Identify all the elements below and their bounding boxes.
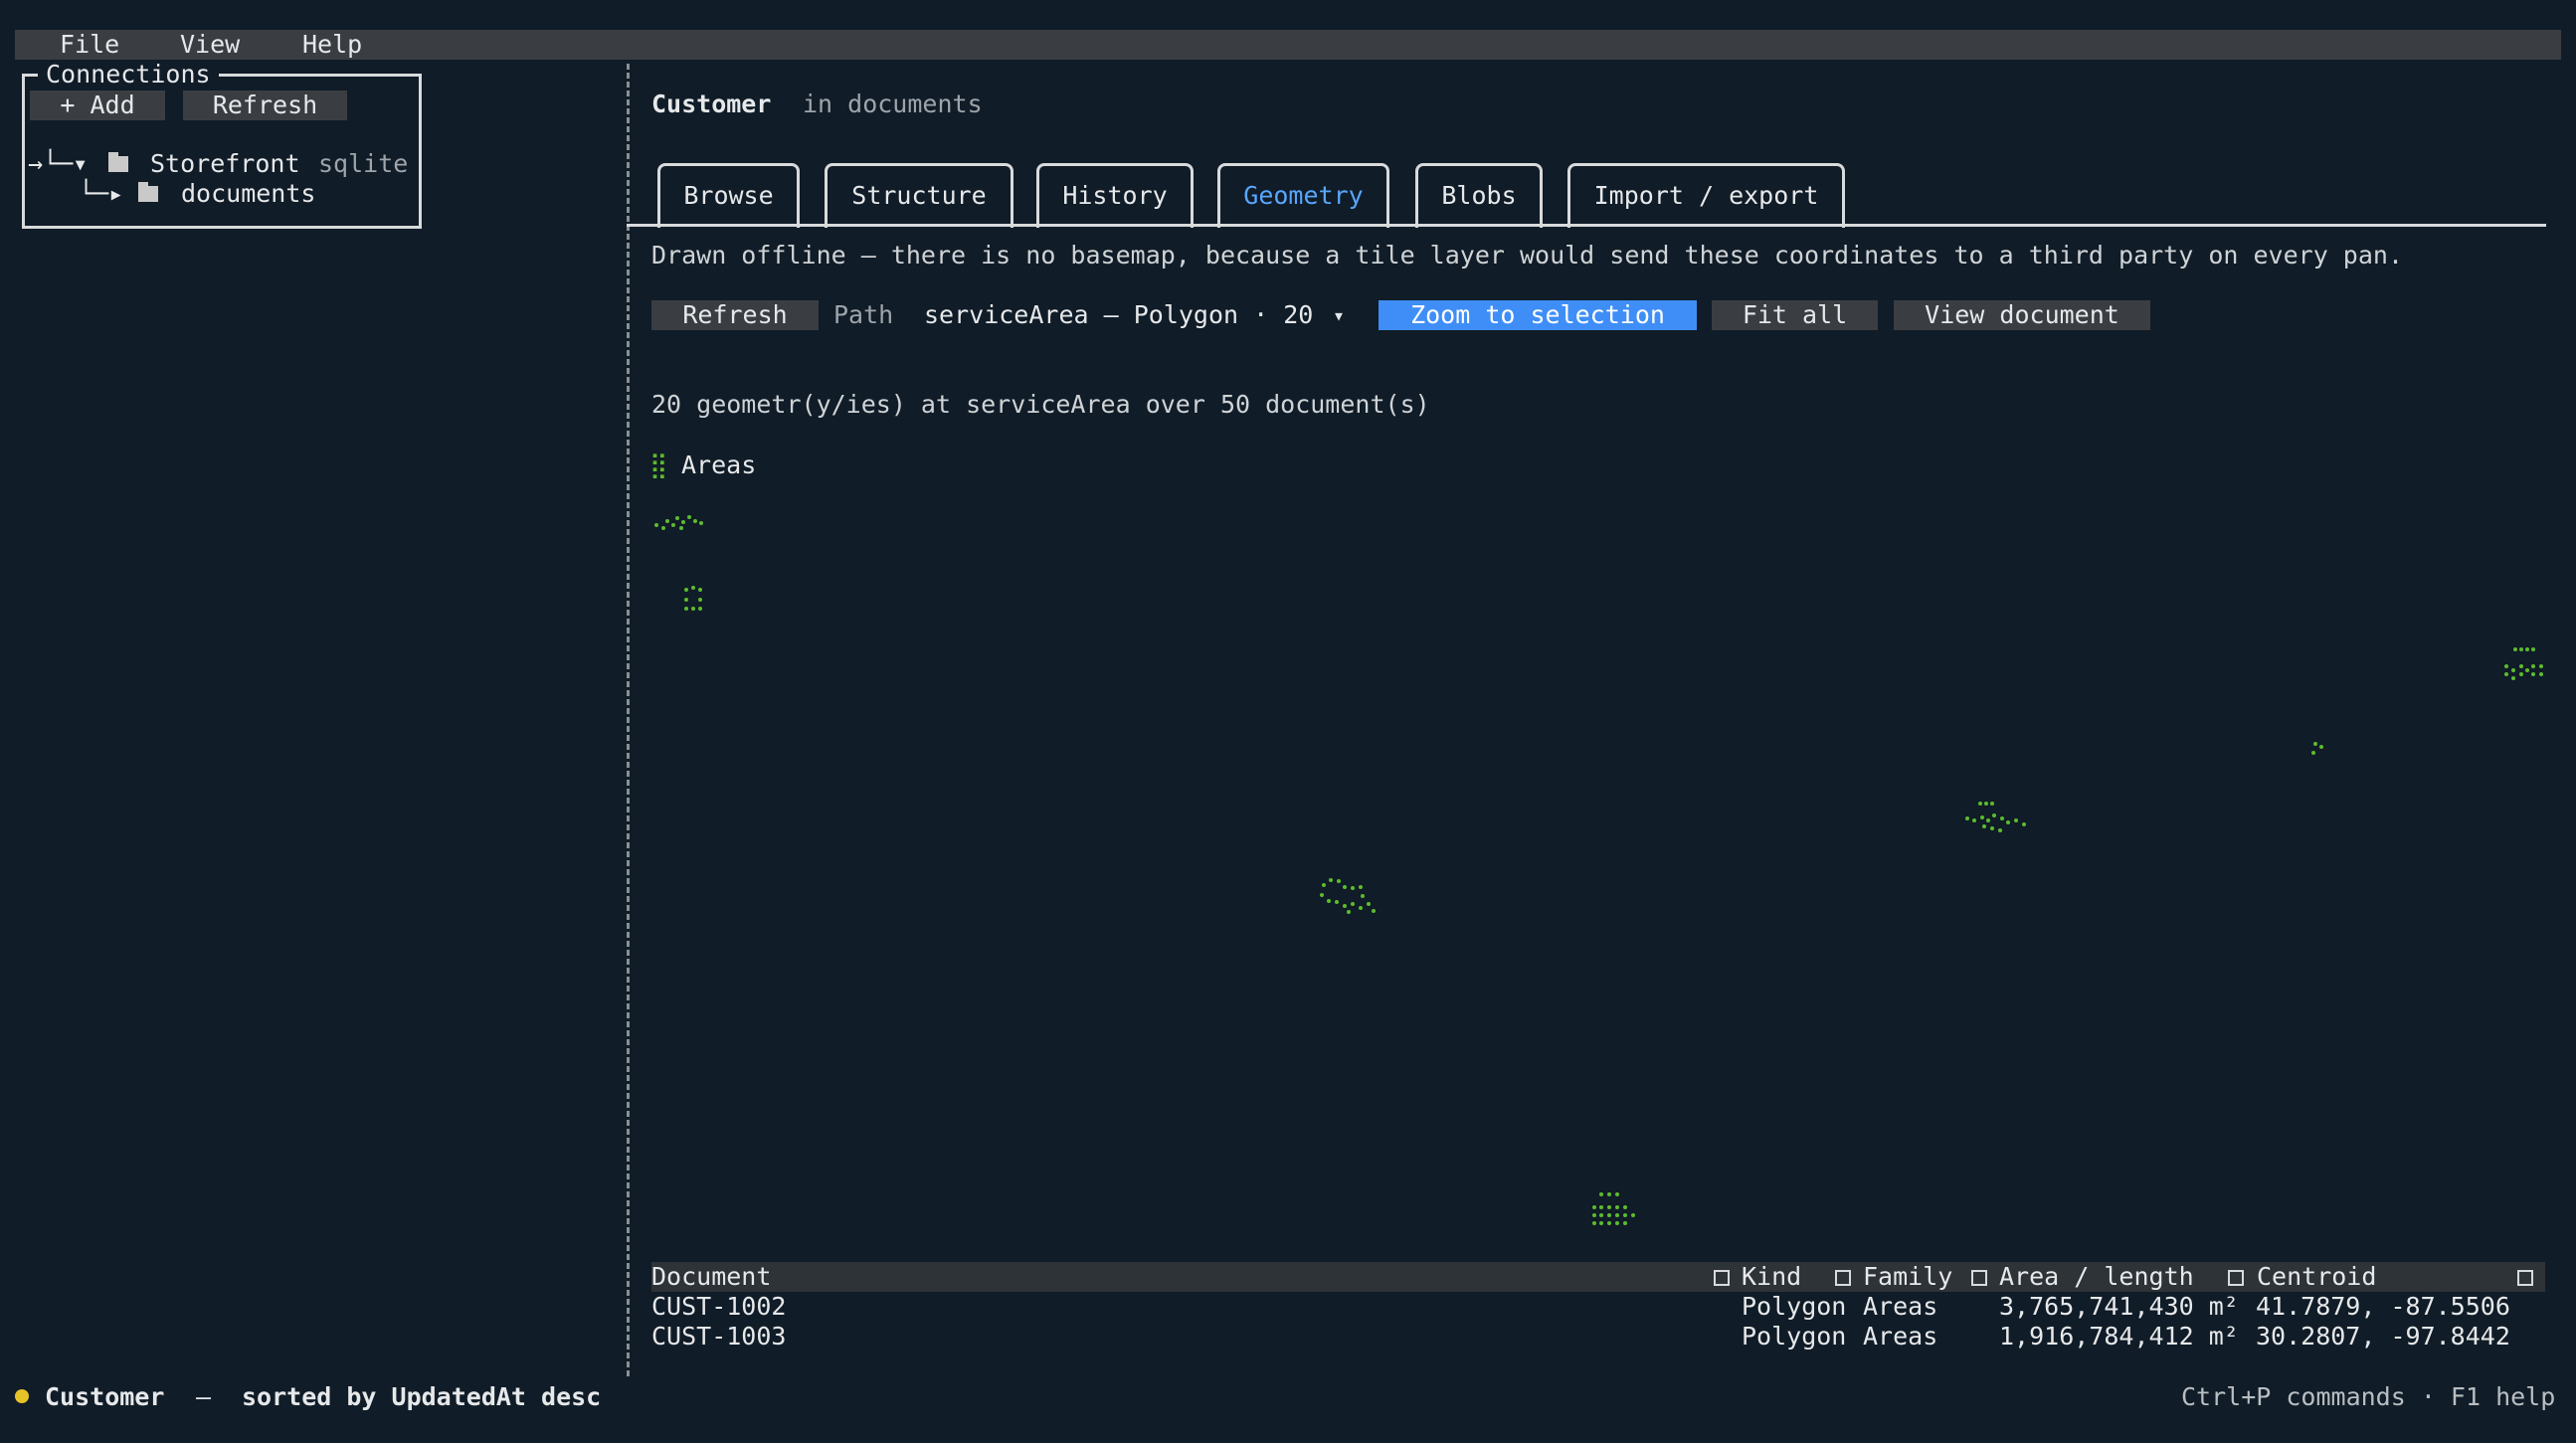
fit-all-button[interactable]: Fit all bbox=[1712, 300, 1878, 330]
status-separator: — bbox=[196, 1382, 212, 1411]
areas-legend-icon: ⣿ bbox=[649, 451, 668, 479]
zoom-to-selection-button[interactable]: Zoom to selection bbox=[1379, 300, 1697, 330]
column-resize-handle[interactable] bbox=[2228, 1270, 2244, 1286]
cell-area-length: 3,765,741,430 m² bbox=[1999, 1292, 2239, 1321]
geometry-summary: 20 geometr(y/ies) at serviceArea over 50… bbox=[651, 390, 1430, 419]
add-connection-button[interactable]: + Add bbox=[30, 90, 165, 120]
cell-document: CUST-1002 bbox=[651, 1292, 787, 1321]
geometry-shape[interactable] bbox=[2309, 741, 2329, 761]
column-resize-handle[interactable] bbox=[1835, 1270, 1851, 1286]
column-header-document[interactable]: Document bbox=[651, 1262, 771, 1292]
column-header-kind[interactable]: Kind bbox=[1742, 1262, 1801, 1292]
tree-branch-icon: └─▸ bbox=[79, 179, 124, 208]
menu-view[interactable]: View bbox=[180, 30, 240, 60]
column-resize-handle[interactable] bbox=[1714, 1270, 1730, 1286]
view-document-button[interactable]: View document bbox=[1894, 300, 2150, 330]
geometry-shape[interactable] bbox=[1591, 1191, 1641, 1231]
panel-divider[interactable] bbox=[627, 64, 630, 1376]
page-context: in documents bbox=[803, 90, 983, 118]
menu-bar: File View Help bbox=[15, 30, 2561, 60]
cell-centroid: 30.2807, -97.8442 bbox=[2256, 1322, 2510, 1351]
page-title: Customer bbox=[651, 90, 772, 118]
column-resize-handle[interactable] bbox=[1971, 1270, 1987, 1286]
tree-expand-icon[interactable]: →└─▾ bbox=[28, 149, 88, 179]
connection-name: Storefront bbox=[150, 149, 300, 178]
cell-family: Areas bbox=[1863, 1292, 1938, 1321]
geometry-shape[interactable] bbox=[1964, 801, 2029, 840]
tab-history[interactable]: History bbox=[1036, 163, 1194, 228]
tab-browse[interactable]: Browse bbox=[657, 163, 800, 228]
refresh-connections-button[interactable]: Refresh bbox=[183, 90, 347, 120]
menu-help[interactable]: Help bbox=[302, 30, 362, 60]
geometry-shape[interactable] bbox=[653, 512, 708, 537]
tab-geometry[interactable]: Geometry bbox=[1217, 163, 1389, 228]
column-header-centroid[interactable]: Centroid bbox=[2257, 1262, 2376, 1292]
cell-centroid: 41.7879, -87.5506 bbox=[2256, 1292, 2510, 1321]
geometry-shape[interactable] bbox=[2503, 646, 2548, 686]
path-label: Path bbox=[833, 300, 894, 329]
geometry-map[interactable] bbox=[642, 497, 2546, 1253]
cell-kind: Polygon bbox=[1742, 1322, 1847, 1351]
folder-icon bbox=[108, 152, 128, 172]
column-resize-handle[interactable] bbox=[2517, 1270, 2533, 1286]
status-hints: Ctrl+P commands · F1 help bbox=[2181, 1382, 2556, 1411]
tab-rule bbox=[627, 224, 2546, 227]
connection-kind: sqlite bbox=[318, 149, 409, 178]
offline-notice: Drawn offline — there is no basemap, bec… bbox=[651, 241, 2403, 270]
column-header-family[interactable]: Family bbox=[1863, 1262, 1952, 1292]
cell-area-length: 1,916,784,412 m² bbox=[1999, 1322, 2239, 1351]
cell-kind: Polygon bbox=[1742, 1292, 1847, 1321]
tab-import-export[interactable]: Import / export bbox=[1567, 163, 1845, 228]
areas-legend-label: Areas bbox=[681, 451, 757, 479]
collection-name: documents bbox=[181, 179, 316, 208]
tab-structure[interactable]: Structure bbox=[825, 163, 1013, 228]
refresh-geometry-button[interactable]: Refresh bbox=[651, 300, 819, 330]
cell-document: CUST-1003 bbox=[651, 1322, 787, 1351]
chevron-down-icon[interactable]: ▾ bbox=[1333, 300, 1345, 330]
menu-file[interactable]: File bbox=[60, 30, 119, 60]
folder-icon bbox=[138, 182, 158, 202]
column-header-area-length[interactable]: Area / length bbox=[1999, 1262, 2194, 1292]
status-sort: sorted by UpdatedAt desc bbox=[242, 1382, 602, 1411]
status-collection: Customer bbox=[45, 1382, 165, 1411]
connections-title: Connections bbox=[38, 60, 219, 90]
status-indicator-icon bbox=[15, 1389, 29, 1403]
table-header: Document Kind Family Area / length Centr… bbox=[651, 1262, 2545, 1292]
geometry-shape[interactable] bbox=[1319, 877, 1383, 922]
geometry-shape[interactable] bbox=[683, 585, 713, 613]
path-select-value[interactable]: serviceArea — Polygon · 20 bbox=[924, 300, 1313, 330]
tab-blobs[interactable]: Blobs bbox=[1415, 163, 1543, 228]
cell-family: Areas bbox=[1863, 1322, 1938, 1351]
